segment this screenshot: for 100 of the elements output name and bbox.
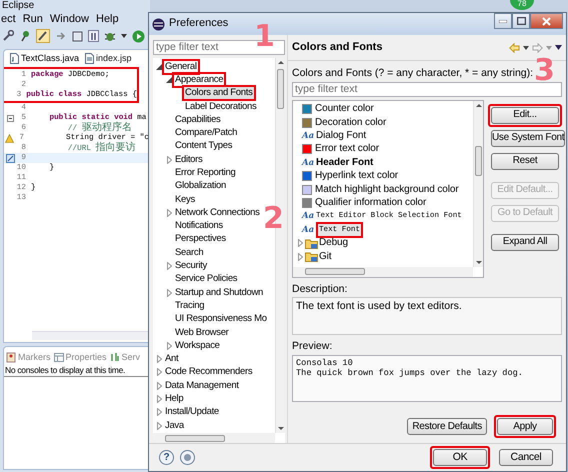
side-button[interactable]: Use System Font: [491, 130, 566, 147]
tree-item[interactable]: Network Connections: [174, 206, 261, 219]
tree-item[interactable]: Startup and Shutdown: [174, 286, 264, 299]
view-menu-icon[interactable]: [555, 45, 562, 50]
dialog-button[interactable]: OK: [433, 449, 487, 466]
side-button[interactable]: Edit...: [491, 106, 559, 124]
tree-item[interactable]: Tracing: [174, 300, 206, 312]
help-button[interactable]: ?: [159, 450, 174, 465]
tree-item[interactable]: Editors: [174, 154, 204, 166]
warning-icon: [4, 134, 14, 142]
run-icon[interactable]: [132, 30, 145, 42]
expand-icon[interactable]: [166, 208, 172, 217]
tree-item[interactable]: Notifications: [174, 220, 224, 232]
tree-item[interactable]: Web Browser: [174, 326, 230, 339]
menu-item[interactable]: Run: [22, 12, 43, 26]
tree-item[interactable]: Install/Update: [164, 406, 220, 418]
expand-icon[interactable]: [298, 239, 302, 248]
maximize-button[interactable]: [512, 13, 530, 29]
tree-item[interactable]: Appearance: [174, 74, 224, 86]
collapse-icon[interactable]: [156, 64, 162, 70]
record-icon[interactable]: [180, 450, 195, 465]
tree-item[interactable]: Code Recommenders: [164, 366, 254, 378]
page-button[interactable]: Apply: [497, 418, 553, 435]
expand-icon[interactable]: [166, 342, 172, 350]
list-item[interactable]: Match highlight background color: [314, 184, 460, 196]
panel-tab[interactable]: Serv: [110, 352, 140, 363]
tree-item[interactable]: Keys: [174, 194, 196, 206]
tree-item[interactable]: Help: [164, 393, 184, 406]
page-title: Colors and Fonts: [292, 40, 384, 54]
tree-item[interactable]: Security: [174, 260, 208, 272]
count-badge: 78: [510, 0, 534, 10]
dialog-title: Preferences: [169, 17, 230, 31]
expand-icon[interactable]: [156, 382, 162, 390]
bug-icon[interactable]: [104, 30, 116, 42]
tree-item[interactable]: Search: [174, 246, 204, 259]
tree-item[interactable]: UI Responsiveness Mo: [174, 313, 268, 326]
tree-item[interactable]: Perspectives: [174, 233, 227, 246]
list-item[interactable]: Counter color: [314, 103, 375, 116]
servers-icon: [110, 352, 120, 363]
square-icon[interactable]: [72, 30, 83, 42]
tree-item[interactable]: Error Reporting: [174, 166, 236, 179]
expand-icon[interactable]: [166, 288, 172, 297]
close-icon: [542, 16, 551, 26]
list-item[interactable]: Decoration color: [314, 116, 388, 129]
arrow-icon[interactable]: [55, 30, 67, 42]
tree-item[interactable]: Globalization: [174, 180, 228, 192]
tree-item[interactable]: Content Types: [174, 140, 234, 152]
list-item[interactable]: Error text color: [314, 143, 380, 156]
panel-tab[interactable]: Properties: [54, 352, 107, 363]
tree-item[interactable]: Java: [164, 420, 185, 432]
expand-icon[interactable]: [298, 252, 302, 261]
collapse-icon[interactable]: [6, 114, 14, 122]
minimize-button[interactable]: [494, 13, 512, 29]
dialog-button[interactable]: Cancel: [499, 449, 553, 466]
expand-icon[interactable]: [156, 368, 162, 376]
collapse-icon[interactable]: [166, 76, 172, 83]
list-item[interactable]: Git: [318, 250, 332, 263]
horizontal-scrollbar[interactable]: [153, 433, 275, 443]
horizontal-scrollbar[interactable]: [32, 331, 149, 340]
wrench-icon[interactable]: [2, 30, 14, 42]
horizontal-scrollbar[interactable]: [293, 266, 473, 277]
panel-tab[interactable]: Markers: [6, 352, 51, 363]
expand-icon[interactable]: [166, 262, 172, 270]
tree-item[interactable]: Capabilities: [174, 114, 222, 126]
close-button[interactable]: [530, 13, 563, 29]
pin-icon[interactable]: [19, 30, 31, 42]
caret-icon[interactable]: [121, 34, 127, 38]
tree-item[interactable]: Data Management: [164, 380, 240, 392]
side-button[interactable]: Expand All: [491, 234, 559, 251]
tree-item[interactable]: Colors and Fonts: [184, 87, 254, 100]
menu-item[interactable]: Window: [50, 12, 89, 26]
tree-item[interactable]: Workspace: [174, 340, 221, 352]
editor-tab[interactable]: TextClass.java: [8, 50, 82, 66]
preview-line: Consolas 10: [296, 358, 354, 368]
expand-icon[interactable]: [156, 408, 162, 416]
menu-item[interactable]: ect: [1, 12, 16, 26]
expand-icon[interactable]: [156, 355, 162, 364]
list-item[interactable]: Qualifier information color: [314, 197, 428, 210]
list-item[interactable]: Header Font: [315, 156, 374, 169]
vertical-scrollbar[interactable]: [473, 100, 483, 267]
list-item[interactable]: Debug: [318, 237, 349, 250]
expand-icon[interactable]: [156, 422, 162, 430]
expand-icon[interactable]: [156, 395, 162, 404]
page-button[interactable]: Restore Defaults: [407, 418, 487, 435]
tree-item[interactable]: General: [164, 60, 198, 73]
paragraph-icon[interactable]: [88, 30, 99, 42]
folder-icon: [305, 251, 318, 262]
filter-field[interactable]: type filter text: [292, 82, 562, 97]
editor-tab[interactable]: index.jsp: [83, 50, 134, 66]
menu-item[interactable]: Help: [96, 12, 119, 26]
tree-item[interactable]: Compare/Patch: [174, 127, 238, 140]
tree-item[interactable]: Service Policies: [174, 273, 238, 286]
tree-item[interactable]: Ant: [164, 353, 180, 366]
caret-icon[interactable]: [523, 46, 529, 50]
tree-item[interactable]: Label Decorations: [184, 100, 258, 112]
highlighter-icon[interactable]: [36, 29, 50, 43]
side-button[interactable]: Reset: [491, 152, 559, 170]
list-item[interactable]: Hyperlink text color: [314, 170, 400, 182]
expand-icon[interactable]: [166, 156, 172, 164]
list-item[interactable]: Dialog Font: [315, 130, 368, 142]
